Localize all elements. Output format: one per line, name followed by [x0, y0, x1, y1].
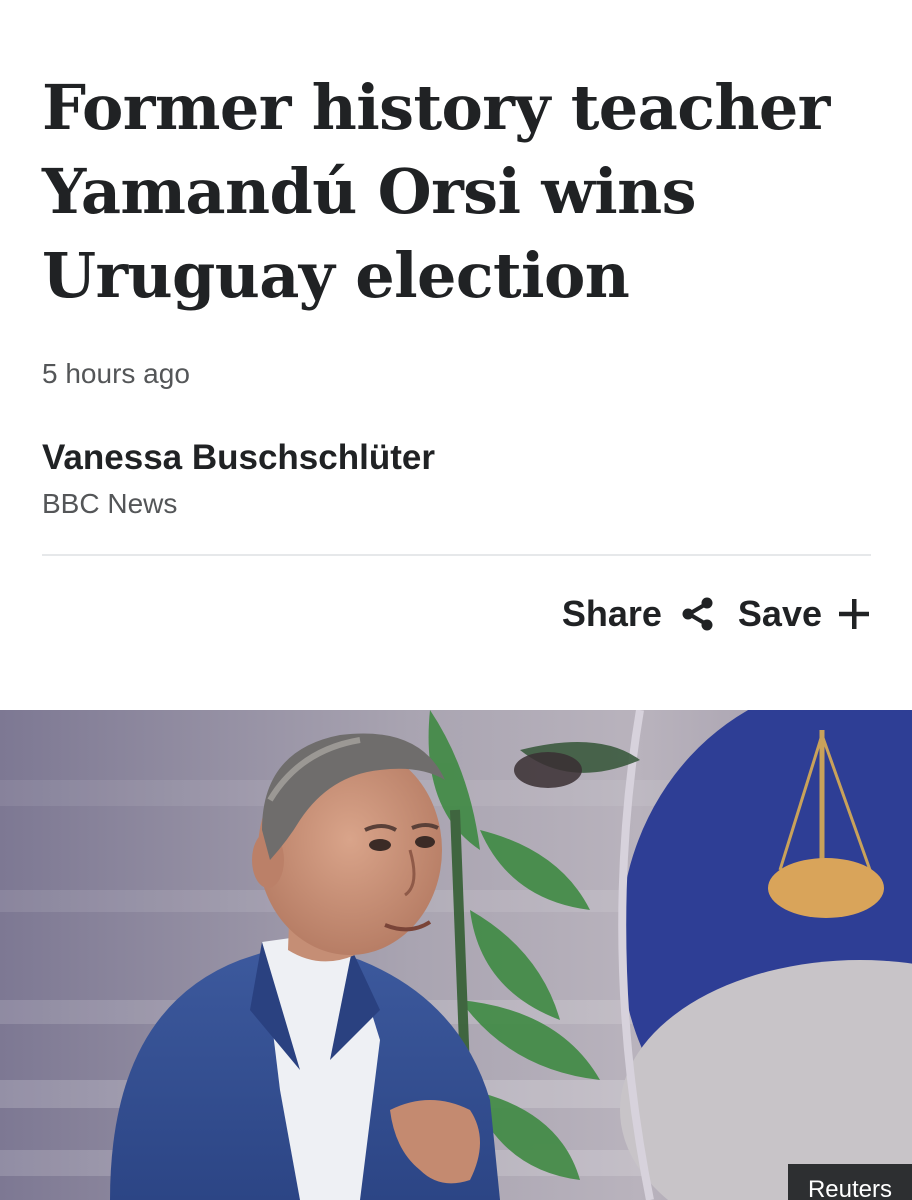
article-photo: Reuters — [0, 710, 912, 1200]
author-publisher: BBC News — [42, 488, 178, 519]
byline-divider — [42, 554, 871, 556]
share-icon — [680, 596, 716, 632]
share-button[interactable]: Share — [562, 593, 738, 635]
photo-credit: Reuters — [787, 1164, 912, 1200]
save-label: Save — [737, 593, 822, 634]
author-name: Vanessa Buschschlüter — [42, 438, 435, 477]
plus-icon — [838, 598, 870, 630]
article-headline: Former history teacher Yamandú Orsi wins… — [42, 71, 830, 312]
article-actions: Share Save — [562, 588, 870, 640]
save-button[interactable]: Save — [738, 593, 870, 635]
share-label: Share — [561, 593, 662, 634]
article-timestamp: 5 hours ago — [42, 358, 190, 389]
